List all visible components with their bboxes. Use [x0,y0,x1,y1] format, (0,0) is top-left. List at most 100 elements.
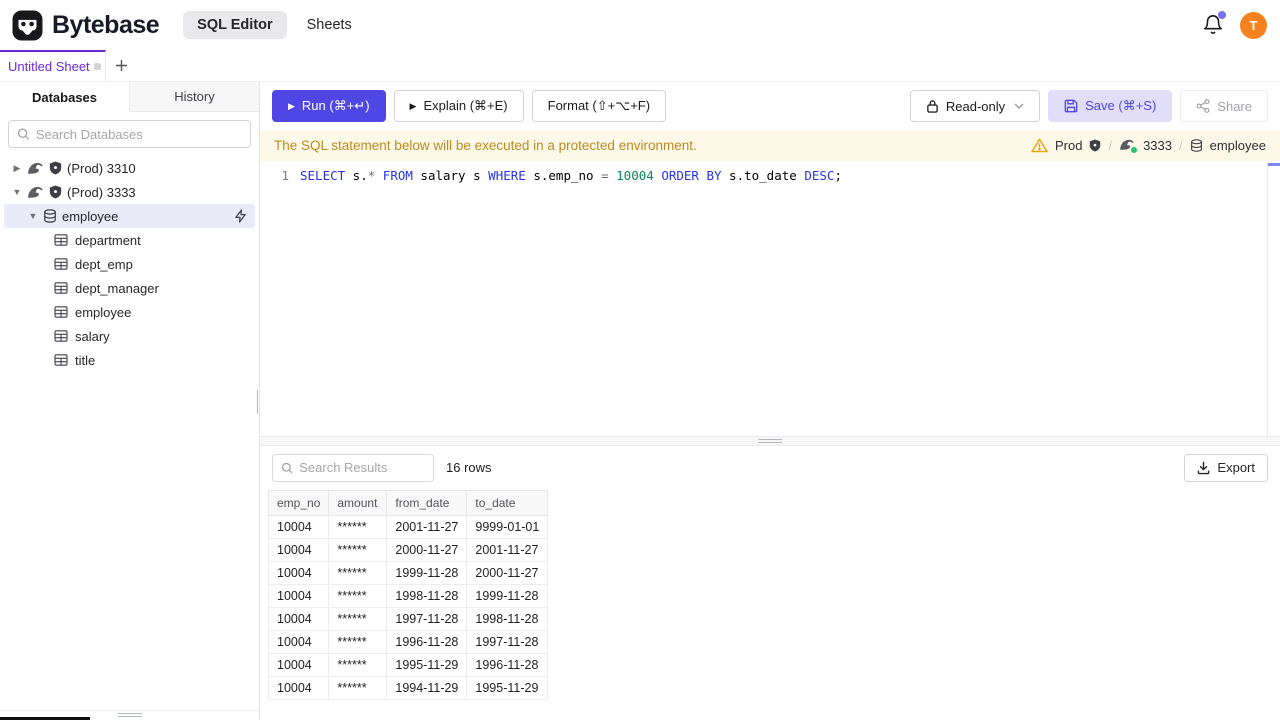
format-button[interactable]: Format (⇧+⌥+F) [531,90,667,122]
table-cell: 1998-11-28 [466,606,549,631]
sheet-tab-untitled[interactable]: Untitled Sheet [0,50,106,81]
column-header[interactable]: emp_no [267,489,330,516]
environment-label[interactable]: Prod [1055,138,1082,153]
brand-wordmark: Bytebase [52,10,160,39]
tree-table-item[interactable]: employee [0,300,259,324]
table-cell: 10004 [267,560,330,585]
caret-right-icon[interactable]: ▶ [12,163,22,174]
quick-action-bolt-icon[interactable] [234,209,247,223]
column-header[interactable]: to_date [466,489,549,516]
table-icon [54,354,68,366]
line-number: 1 [281,167,289,183]
nav-sql-editor[interactable]: SQL Editor [183,11,287,39]
export-button[interactable]: Export [1184,453,1268,482]
table-row: 10004 ****** 1995-11-29 1996-11-28 [267,652,549,677]
breadcrumb-separator: / [1179,138,1183,153]
instance-label: (Prod) 3333 [67,184,136,200]
explain-button[interactable]: ▶ Explain (⌘+E) [393,90,524,122]
results-splitter[interactable] [260,435,1280,446]
search-databases-input[interactable] [35,126,242,142]
database-label: employee [62,208,119,224]
table-label: department [75,232,141,248]
online-status-dot [1131,147,1138,153]
sidebar-tabs: Databases History [0,82,259,112]
editor-minimap[interactable] [1267,161,1280,436]
run-label: Run (⌘+↵) [301,98,370,113]
sql-token: FROM [382,167,413,183]
user-avatar[interactable]: T [1240,11,1267,39]
tree-instance-3310[interactable]: ▶ (Prod) 3310 [0,156,259,180]
sql-token: SELECT [300,167,346,183]
splitter-grip[interactable] [758,438,782,443]
table-label: title [75,352,96,368]
instance-label[interactable]: 3333 [1143,138,1172,153]
table-label: dept_emp [75,256,133,272]
table-cell: ****** [328,652,388,677]
tab-history[interactable]: History [130,82,259,112]
results-search[interactable] [272,453,434,482]
results-table: emp_no amount from_date to_date 10004 ******… [267,489,549,700]
bytebase-logo-icon[interactable] [12,10,43,41]
run-button[interactable]: ▶ Run (⌘+↵) [272,90,386,122]
notification-bell-icon[interactable] [1202,11,1226,36]
caret-down-icon[interactable]: ▼ [28,211,38,221]
sidebar-bottom-resize-handle[interactable] [117,713,142,717]
table-cell: 2000-11-27 [466,560,549,585]
table-cell: 1997-11-28 [386,606,468,631]
mysql-icon [27,161,44,175]
table-cell: 10004 [267,514,330,539]
column-header[interactable]: amount [328,489,388,516]
table-icon [54,258,68,270]
sql-token: s. [345,167,368,183]
table-row: 10004 ****** 1996-11-28 1997-11-28 [267,629,549,654]
table-cell: 1997-11-28 [466,629,549,654]
export-label: Export [1217,460,1255,475]
tree-table-item[interactable]: dept_manager [0,276,259,300]
table-label: employee [75,304,132,320]
sql-token: DESC [804,167,835,183]
banner-message: The SQL statement below will be executed… [274,138,697,153]
sql-token: s.to_date [721,167,805,183]
nav-sheets[interactable]: Sheets [307,17,352,33]
search-icon [17,128,30,140]
save-icon [1064,99,1078,113]
tree-table-item[interactable]: title [0,348,259,372]
readonly-mode-dropdown[interactable]: Read-only [909,90,1041,122]
table-row: 10004 ****** 1999-11-28 2000-11-27 [267,560,549,585]
tree-table-item[interactable]: department [0,228,259,252]
protected-env-banner: The SQL statement below will be executed… [260,130,1280,161]
sidebar-bottom-divider [0,710,259,717]
table-cell: ****** [328,606,388,631]
tree-instance-3333[interactable]: ▼ (Prod) 3333 [0,180,259,204]
tree-database-employee[interactable]: ▼ employee [4,204,255,228]
table-cell: 1994-11-29 [386,675,468,700]
database-label[interactable]: employee [1210,138,1266,153]
save-button[interactable]: Save (⌘+S) [1048,90,1173,122]
editor-toolbar: ▶ Run (⌘+↵) ▶ Explain (⌘+E) Format (⇧+⌥+… [260,82,1280,130]
results-table-wrap: emp_no amount from_date to_date 10004 ******… [260,489,1280,720]
table-icon [54,234,68,246]
sql-statement[interactable]: SELECT s.* FROM salary s WHERE s.emp_no … [300,168,842,183]
column-header[interactable]: from_date [386,489,468,516]
tab-databases[interactable]: Databases [0,82,130,112]
table-icon [54,330,68,342]
table-row: 10004 ****** 1997-11-28 1998-11-28 [267,606,549,631]
database-search[interactable] [8,120,251,148]
code-line[interactable]: 1 SELECT s.* FROM salary s WHERE s.emp_n… [260,165,1280,185]
sql-editor[interactable]: 1 SELECT s.* FROM salary s WHERE s.emp_n… [260,161,1280,436]
table-row: 10004 ****** 1998-11-28 1999-11-28 [267,583,549,608]
share-button[interactable]: Share [1180,90,1268,122]
table-cell: ****** [328,629,388,654]
search-results-input[interactable] [299,460,425,475]
table-cell: 1999-11-28 [466,583,549,608]
add-sheet-button[interactable] [106,50,136,81]
table-cell: ****** [328,583,388,608]
table-label: dept_manager [75,280,159,296]
readonly-label: Read-only [945,98,1006,114]
tree-table-item[interactable]: salary [0,324,259,348]
table-cell: 2000-11-27 [386,537,468,562]
caret-down-icon[interactable]: ▼ [12,187,22,197]
mysql-icon [27,185,44,199]
tree-table-item[interactable]: dept_emp [0,252,259,276]
lock-icon [927,100,938,113]
